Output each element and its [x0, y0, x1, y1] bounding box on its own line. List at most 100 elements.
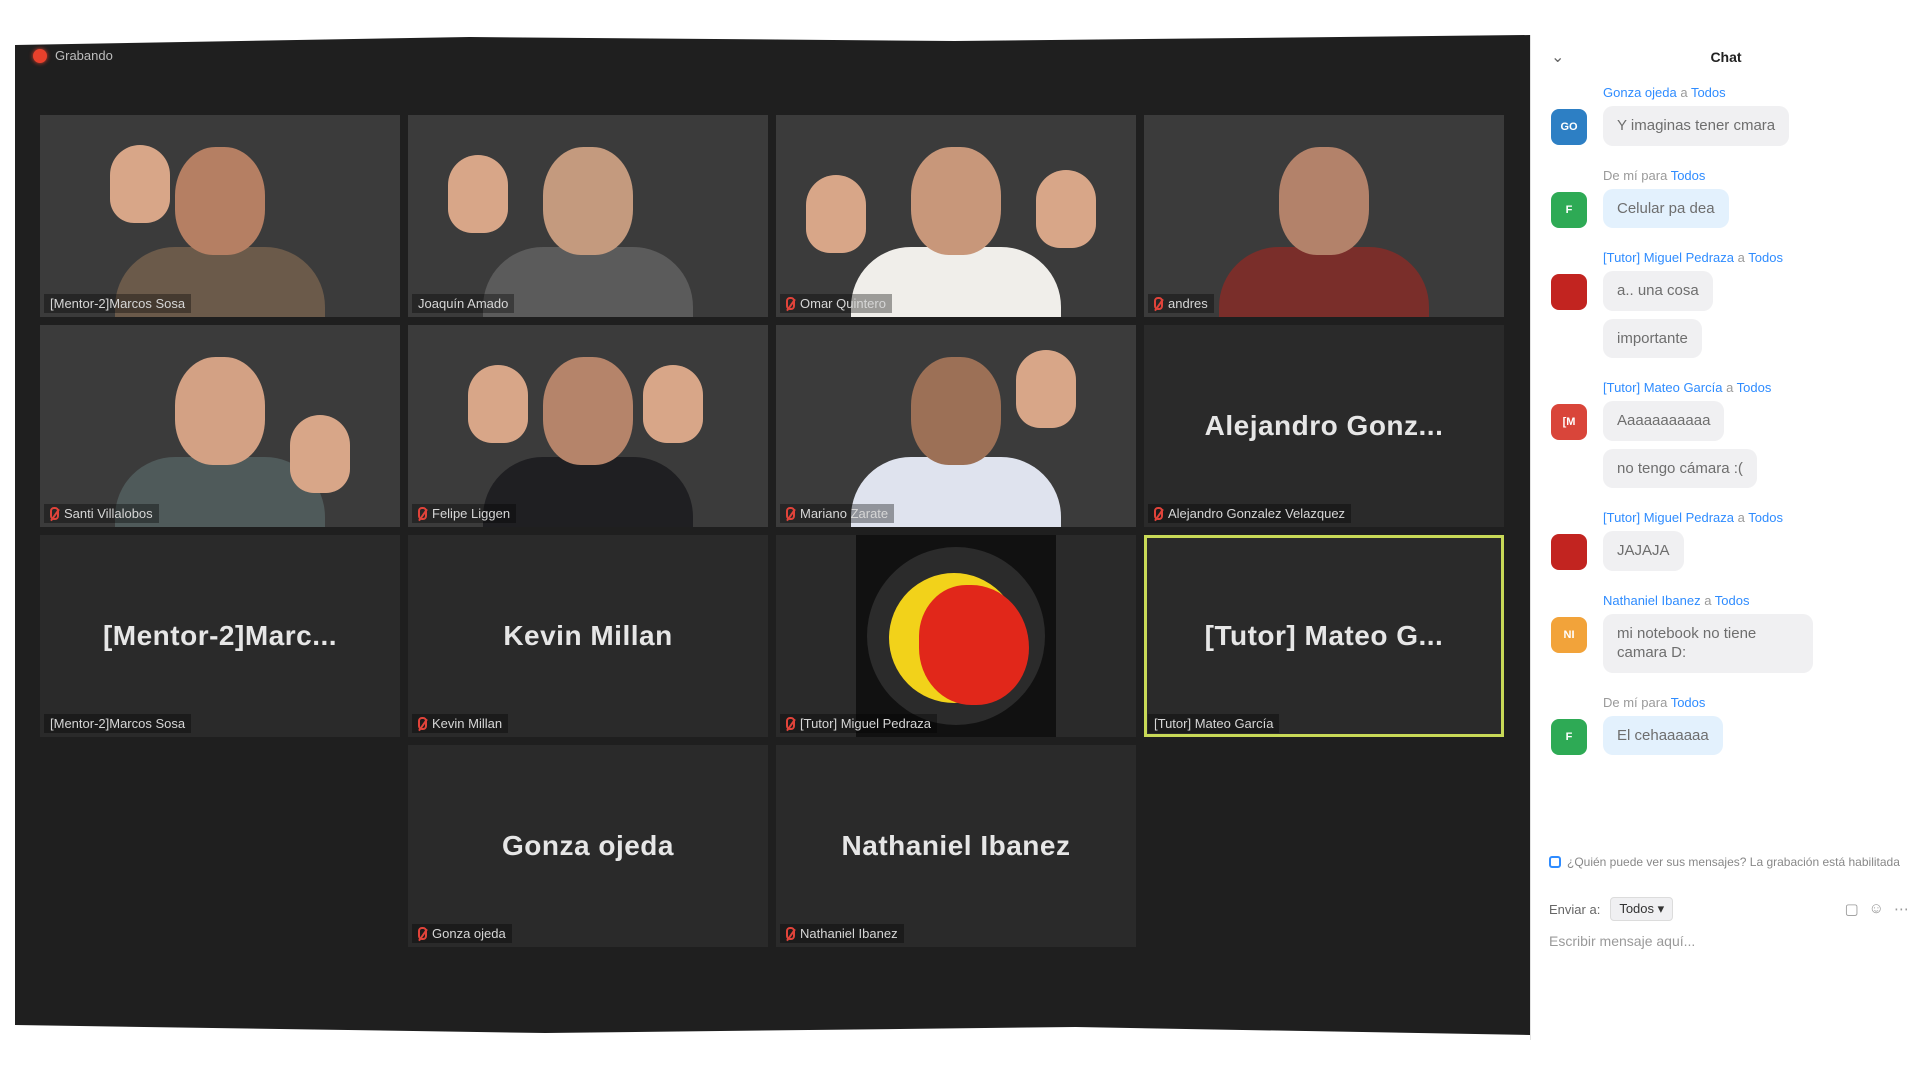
participant-name: Joaquín Amado [418, 296, 509, 311]
participant-tile[interactable]: [Mentor-2]Marcos Sosa [40, 115, 400, 317]
message-recipient[interactable]: Todos [1671, 695, 1706, 710]
message-sender[interactable]: Nathaniel Ibanez [1603, 593, 1701, 608]
participant-name-label: Santi Villalobos [44, 504, 159, 523]
participant-name-label: Mariano Zarate [780, 504, 895, 523]
message-bubble[interactable]: Aaaaaaaaaaa [1603, 401, 1725, 441]
participant-tile[interactable]: [Mentor-2]Marc... [Mentor-2]Marcos Sosa [40, 535, 400, 737]
participant-name: Mariano Zarate [800, 506, 889, 521]
mic-muted-icon [786, 927, 795, 940]
chat-message-list[interactable]: GO Gonza ojeda a Todos Y imaginas tener cm… [1531, 85, 1920, 845]
message-recipient[interactable]: Todos [1748, 250, 1783, 265]
screen: Grabando [Mentor-2]Marcos Sosa Joaquín A… [0, 0, 1920, 1080]
file-share-icon[interactable]: ▢ [1844, 900, 1858, 918]
participant-name: Nathaniel Ibanez [800, 926, 898, 941]
participant-name-label: [Mentor-2]Marcos Sosa [44, 294, 192, 313]
participant-tile[interactable]: Kevin Millan Kevin Millan [408, 535, 768, 737]
participant-tile[interactable]: Joaquín Amado [408, 115, 768, 317]
message-joiner: De mí para [1603, 167, 1671, 183]
participant-tile[interactable]: Omar Quintero [776, 115, 1136, 317]
sender-avatar: NI [1551, 616, 1587, 653]
participant-tile[interactable]: Mariano Zarate [776, 325, 1136, 527]
participant-video-person [483, 147, 693, 317]
participant-name: Omar Quintero [800, 296, 886, 311]
participant-tile[interactable]: Alejandro Gonz... Alejandro Gonzalez Vel… [1144, 325, 1504, 527]
participant-name-label: [Tutor] Mateo García [1148, 714, 1280, 733]
message-header: [Tutor] Miguel Pedraza a Todos [1603, 510, 1909, 525]
message-sender[interactable]: Gonza ojeda [1603, 85, 1677, 100]
message-header: De mí para Todos [1603, 695, 1909, 710]
participant-name-label: Gonza ojeda [412, 924, 512, 943]
send-to-dropdown[interactable]: Todos ▾ [1610, 897, 1674, 921]
chat-tools: ▢ ☺ ⋯ [1844, 900, 1909, 918]
sender-avatar: GO [1551, 109, 1587, 145]
participant-display-name: Nathaniel Ibanez [841, 830, 1071, 861]
message-recipient[interactable]: Todos [1691, 85, 1726, 100]
chat-message: F De mí para Todos El cehaaaaaa [1531, 695, 1920, 764]
hand-gesture [110, 145, 170, 223]
participant-name-label: [Tutor] Miguel Pedraza [780, 714, 938, 733]
participant-tile[interactable]: andres [1144, 115, 1504, 317]
message-header: Gonza ojeda a Todos [1603, 85, 1909, 100]
chat-panel: ⌄ Chat GO Gonza ojeda a Todos Y imaginas t… [1530, 35, 1920, 1040]
chat-message: [Tutor] Miguel Pedraza a Todos a.. una co… [1531, 250, 1920, 366]
participant-tile[interactable]: Nathaniel Ibanez Nathaniel Ibanez [776, 745, 1136, 947]
sender-avatar: F [1551, 191, 1587, 228]
message-recipient[interactable]: Todos [1737, 380, 1772, 395]
message-recipient[interactable]: Todos [1671, 168, 1706, 183]
message-bubble[interactable]: a.. una cosa [1603, 271, 1713, 311]
message-bubble[interactable]: mi notebook no tiene camara D: [1603, 613, 1813, 673]
participant-tile[interactable]: [Tutor] Miguel Pedraza [776, 535, 1136, 737]
message-bubble[interactable]: JAJAJA [1603, 531, 1684, 571]
participant-name: [Mentor-2]Marcos Sosa [50, 716, 186, 731]
chat-message-input[interactable] [1549, 933, 1899, 949]
message-sender[interactable]: [Tutor] Mateo García [1603, 380, 1722, 395]
mic-muted-icon [1154, 297, 1163, 310]
message-header: [Tutor] Mateo García a Todos [1603, 380, 1909, 395]
message-joiner: a [1676, 85, 1691, 100]
participant-tile-active-speaker[interactable]: [Tutor] Mateo G... [Tutor] Mateo García [1144, 535, 1504, 737]
participant-name-label: Omar Quintero [780, 294, 892, 313]
participant-name: andres [1168, 296, 1208, 311]
participant-name: Gonza ojeda [432, 926, 506, 941]
chat-message: [Tutor] Miguel Pedraza a Todos JAJAJA [1531, 510, 1920, 579]
hand-gesture [1036, 170, 1096, 248]
privacy-notice[interactable]: ¿Quién puede ver sus mensajes? La grabac… [1549, 855, 1920, 869]
message-joiner: a [1700, 592, 1715, 608]
message-bubble[interactable]: Celular pa dea [1603, 188, 1729, 228]
recording-indicator[interactable]: Grabando [33, 48, 113, 63]
message-bubble[interactable]: El cehaaaaaa [1603, 715, 1723, 755]
message-sender[interactable]: [Tutor] Miguel Pedraza [1603, 250, 1734, 265]
message-bubble[interactable]: no tengo cámara :( [1603, 448, 1757, 488]
chat-message: GO Gonza ojeda a Todos Y imaginas tener cm… [1531, 85, 1920, 154]
mic-muted-icon [786, 507, 795, 520]
mic-muted-icon [1154, 507, 1163, 520]
sender-avatar [1551, 274, 1587, 310]
message-bubble[interactable]: importante [1603, 318, 1702, 358]
recording-dot-icon [33, 48, 47, 63]
chat-message: F De mí para Todos Celular pa dea [1531, 168, 1920, 237]
message-sender[interactable]: [Tutor] Miguel Pedraza [1603, 510, 1734, 525]
mic-muted-icon [418, 927, 427, 940]
participant-name: Kevin Millan [432, 716, 503, 731]
emoji-icon[interactable]: ☺ [1869, 900, 1884, 918]
message-recipient[interactable]: Todos [1748, 510, 1783, 525]
message-bubble[interactable]: Y imaginas tener cmara [1603, 106, 1790, 146]
message-recipient[interactable]: Todos [1715, 593, 1750, 608]
chat-title: Chat [1710, 49, 1742, 65]
participant-display-name: [Tutor] Mateo G... [1204, 620, 1444, 651]
participant-name-label: [Mentor-2]Marcos Sosa [44, 714, 192, 733]
message-joiner: a [1722, 380, 1737, 395]
more-options-icon[interactable]: ⋯ [1894, 900, 1909, 918]
participant-name: Santi Villalobos [64, 506, 153, 521]
participant-name-label: Alejandro Gonzalez Velazquez [1148, 504, 1352, 523]
participant-video-person [851, 147, 1061, 317]
participant-tile[interactable]: Gonza ojeda Gonza ojeda [408, 745, 768, 947]
message-joiner: a [1734, 510, 1749, 525]
hand-gesture [806, 175, 866, 253]
participant-tile[interactable]: Santi Villalobos [40, 325, 400, 527]
sender-avatar [1551, 534, 1587, 570]
video-gallery-window: Grabando [Mentor-2]Marcos Sosa Joaquín A… [15, 35, 1530, 1035]
sender-avatar: F [1551, 718, 1587, 755]
participant-display-name: Gonza ojeda [502, 830, 674, 861]
participant-tile[interactable]: Felipe Liggen [408, 325, 768, 527]
